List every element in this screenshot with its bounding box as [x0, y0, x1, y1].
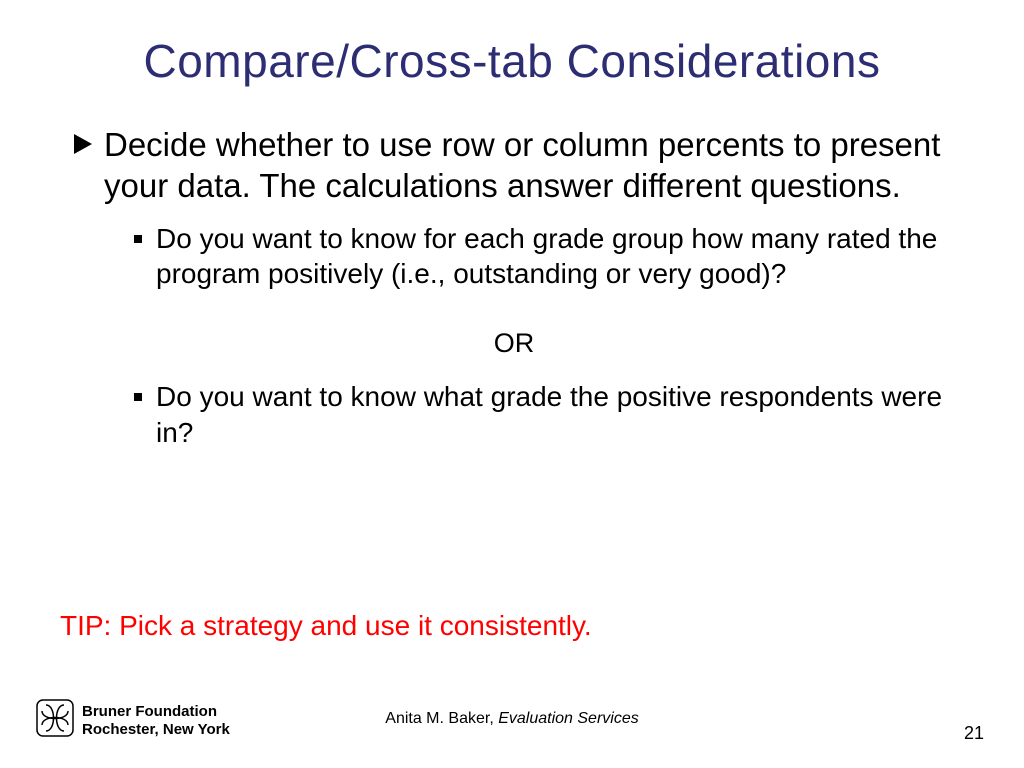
slide: Compare/Cross-tab Considerations Decide … [0, 0, 1024, 768]
slide-body: Decide whether to use row or column perc… [74, 124, 954, 451]
slide-footer: Bruner Foundation Rochester, New York An… [0, 698, 1024, 746]
square-bullet-icon [134, 393, 142, 401]
slide-title: Compare/Cross-tab Considerations [0, 34, 1024, 88]
sub-bullet-2: Do you want to know what grade the posit… [134, 379, 954, 451]
bullet1-text: Decide whether to use row or column perc… [104, 124, 954, 207]
bullet-level1: Decide whether to use row or column perc… [74, 124, 954, 207]
sub1-text: Do you want to know for each grade group… [156, 221, 954, 293]
sub2-text: Do you want to know what grade the posit… [156, 379, 954, 451]
tip-text: TIP: Pick a strategy and use it consiste… [60, 610, 592, 642]
square-bullet-icon [134, 235, 142, 243]
page-number: 21 [964, 723, 984, 744]
sub-bullet-list: Do you want to know for each grade group… [134, 221, 954, 451]
author-name: Anita M. Baker, [385, 710, 498, 727]
footer-author: Anita M. Baker, Evaluation Services [0, 710, 1024, 728]
or-separator: OR [134, 328, 894, 359]
author-service: Evaluation Services [498, 710, 639, 727]
triangle-bullet-icon [74, 134, 92, 154]
sub-bullet-1: Do you want to know for each grade group… [134, 221, 954, 293]
